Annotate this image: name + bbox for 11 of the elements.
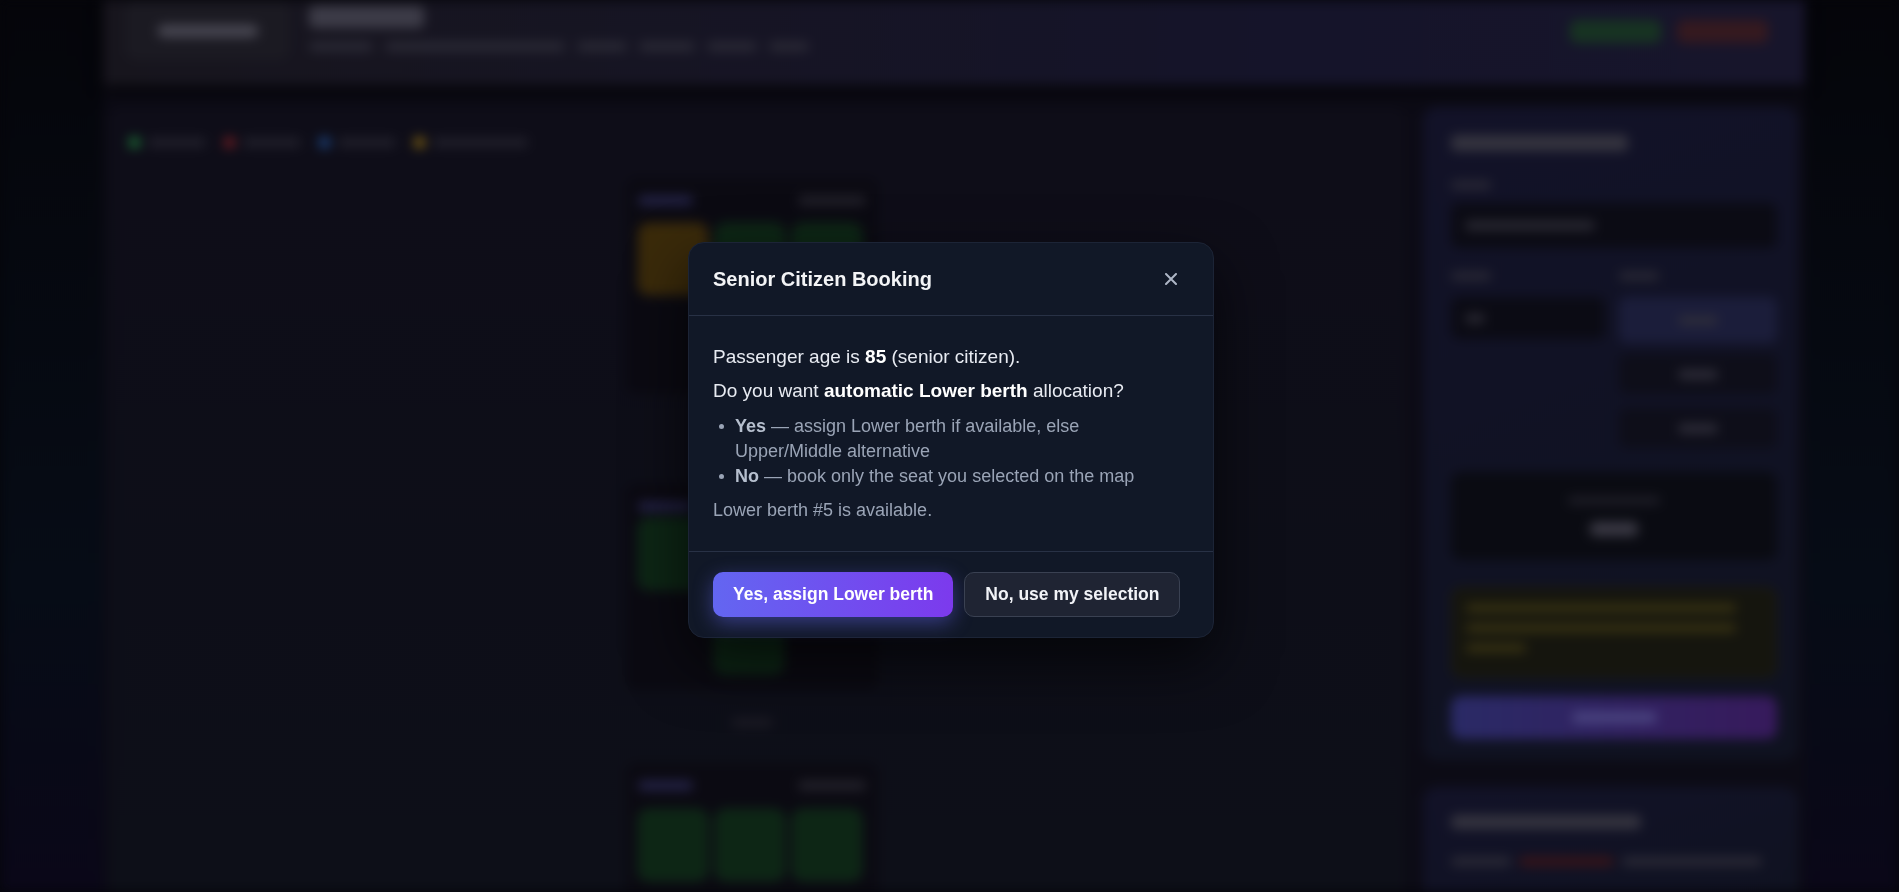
- close-icon: [1165, 273, 1177, 285]
- availability-note: Lower berth #5 is available.: [713, 499, 934, 522]
- dialog-question: Do you want automatic Lower berth allocation?: [713, 379, 1125, 403]
- bullet-icon: [719, 474, 724, 479]
- option-text: No — book only the seat you selected on the map: [735, 465, 1135, 488]
- bullet-icon: [719, 424, 724, 429]
- dialog-message: Passenger age is 85 (senior citizen).: [713, 345, 1022, 369]
- dialog-title: Senior Citizen Booking: [713, 267, 932, 291]
- option-text: Yes — assign Lower berth if available, else Upper/Middle alternative: [735, 415, 1081, 463]
- decline-button[interactable]: No, use my selection: [964, 572, 1181, 617]
- confirm-button[interactable]: Yes, assign Lower berth: [713, 572, 954, 617]
